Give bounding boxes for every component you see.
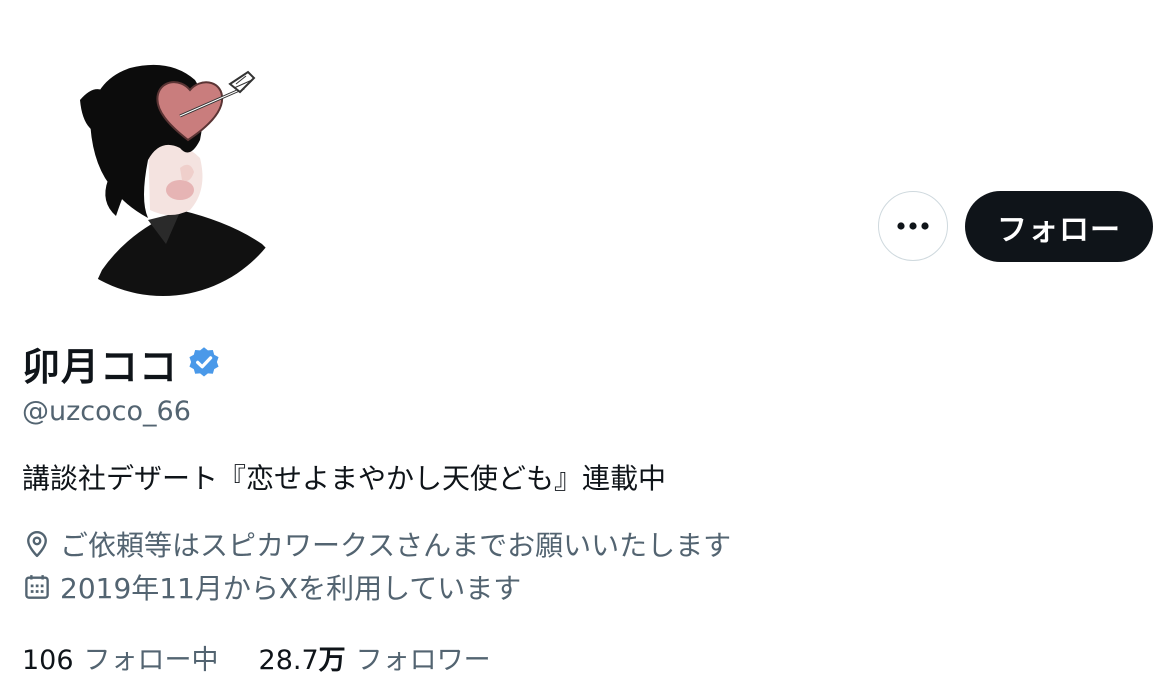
profile-stats: 106 フォロー中 28.7万 フォロワー — [22, 638, 491, 677]
profile-location: ご依頼等はスピカワークスさんまでお願いいたします — [22, 524, 731, 564]
followers-label: フォロワー — [355, 645, 491, 676]
profile-join-date: 2019年11月からXを利用しています — [22, 567, 521, 607]
avatar-illustration — [80, 64, 282, 296]
followers-number: 28.7 — [258, 645, 319, 676]
followers-count: 28.7万 — [259, 638, 346, 677]
location-text: ご依頼等はスピカワークスさんまでお願いいたします — [60, 529, 732, 562]
profile-bio: 講談社デザート『恋せよまやかし天使ども』連載中 — [22, 462, 667, 495]
join-date-text: 2019年11月からXを利用しています — [60, 572, 522, 605]
following-link[interactable]: 106 フォロー中 — [22, 638, 219, 677]
following-count: 106 — [22, 645, 74, 676]
calendar-icon — [25, 575, 49, 599]
followers-unit: 万 — [318, 645, 346, 676]
profile-name-row: 卯月ココ — [22, 338, 222, 389]
profile-handle: @uzcoco_66 — [22, 396, 191, 427]
more-options-button[interactable] — [878, 191, 948, 261]
location-pin-icon — [27, 530, 47, 558]
verified-badge-icon[interactable] — [186, 345, 222, 381]
followers-link[interactable]: 28.7万 フォロワー — [259, 638, 491, 677]
more-dots-icon — [897, 222, 929, 230]
profile-avatar[interactable] — [30, 30, 296, 296]
following-label: フォロー中 — [83, 645, 219, 676]
follow-button[interactable]: フォロー — [965, 191, 1153, 262]
display-name: 卯月ココ — [22, 344, 179, 389]
